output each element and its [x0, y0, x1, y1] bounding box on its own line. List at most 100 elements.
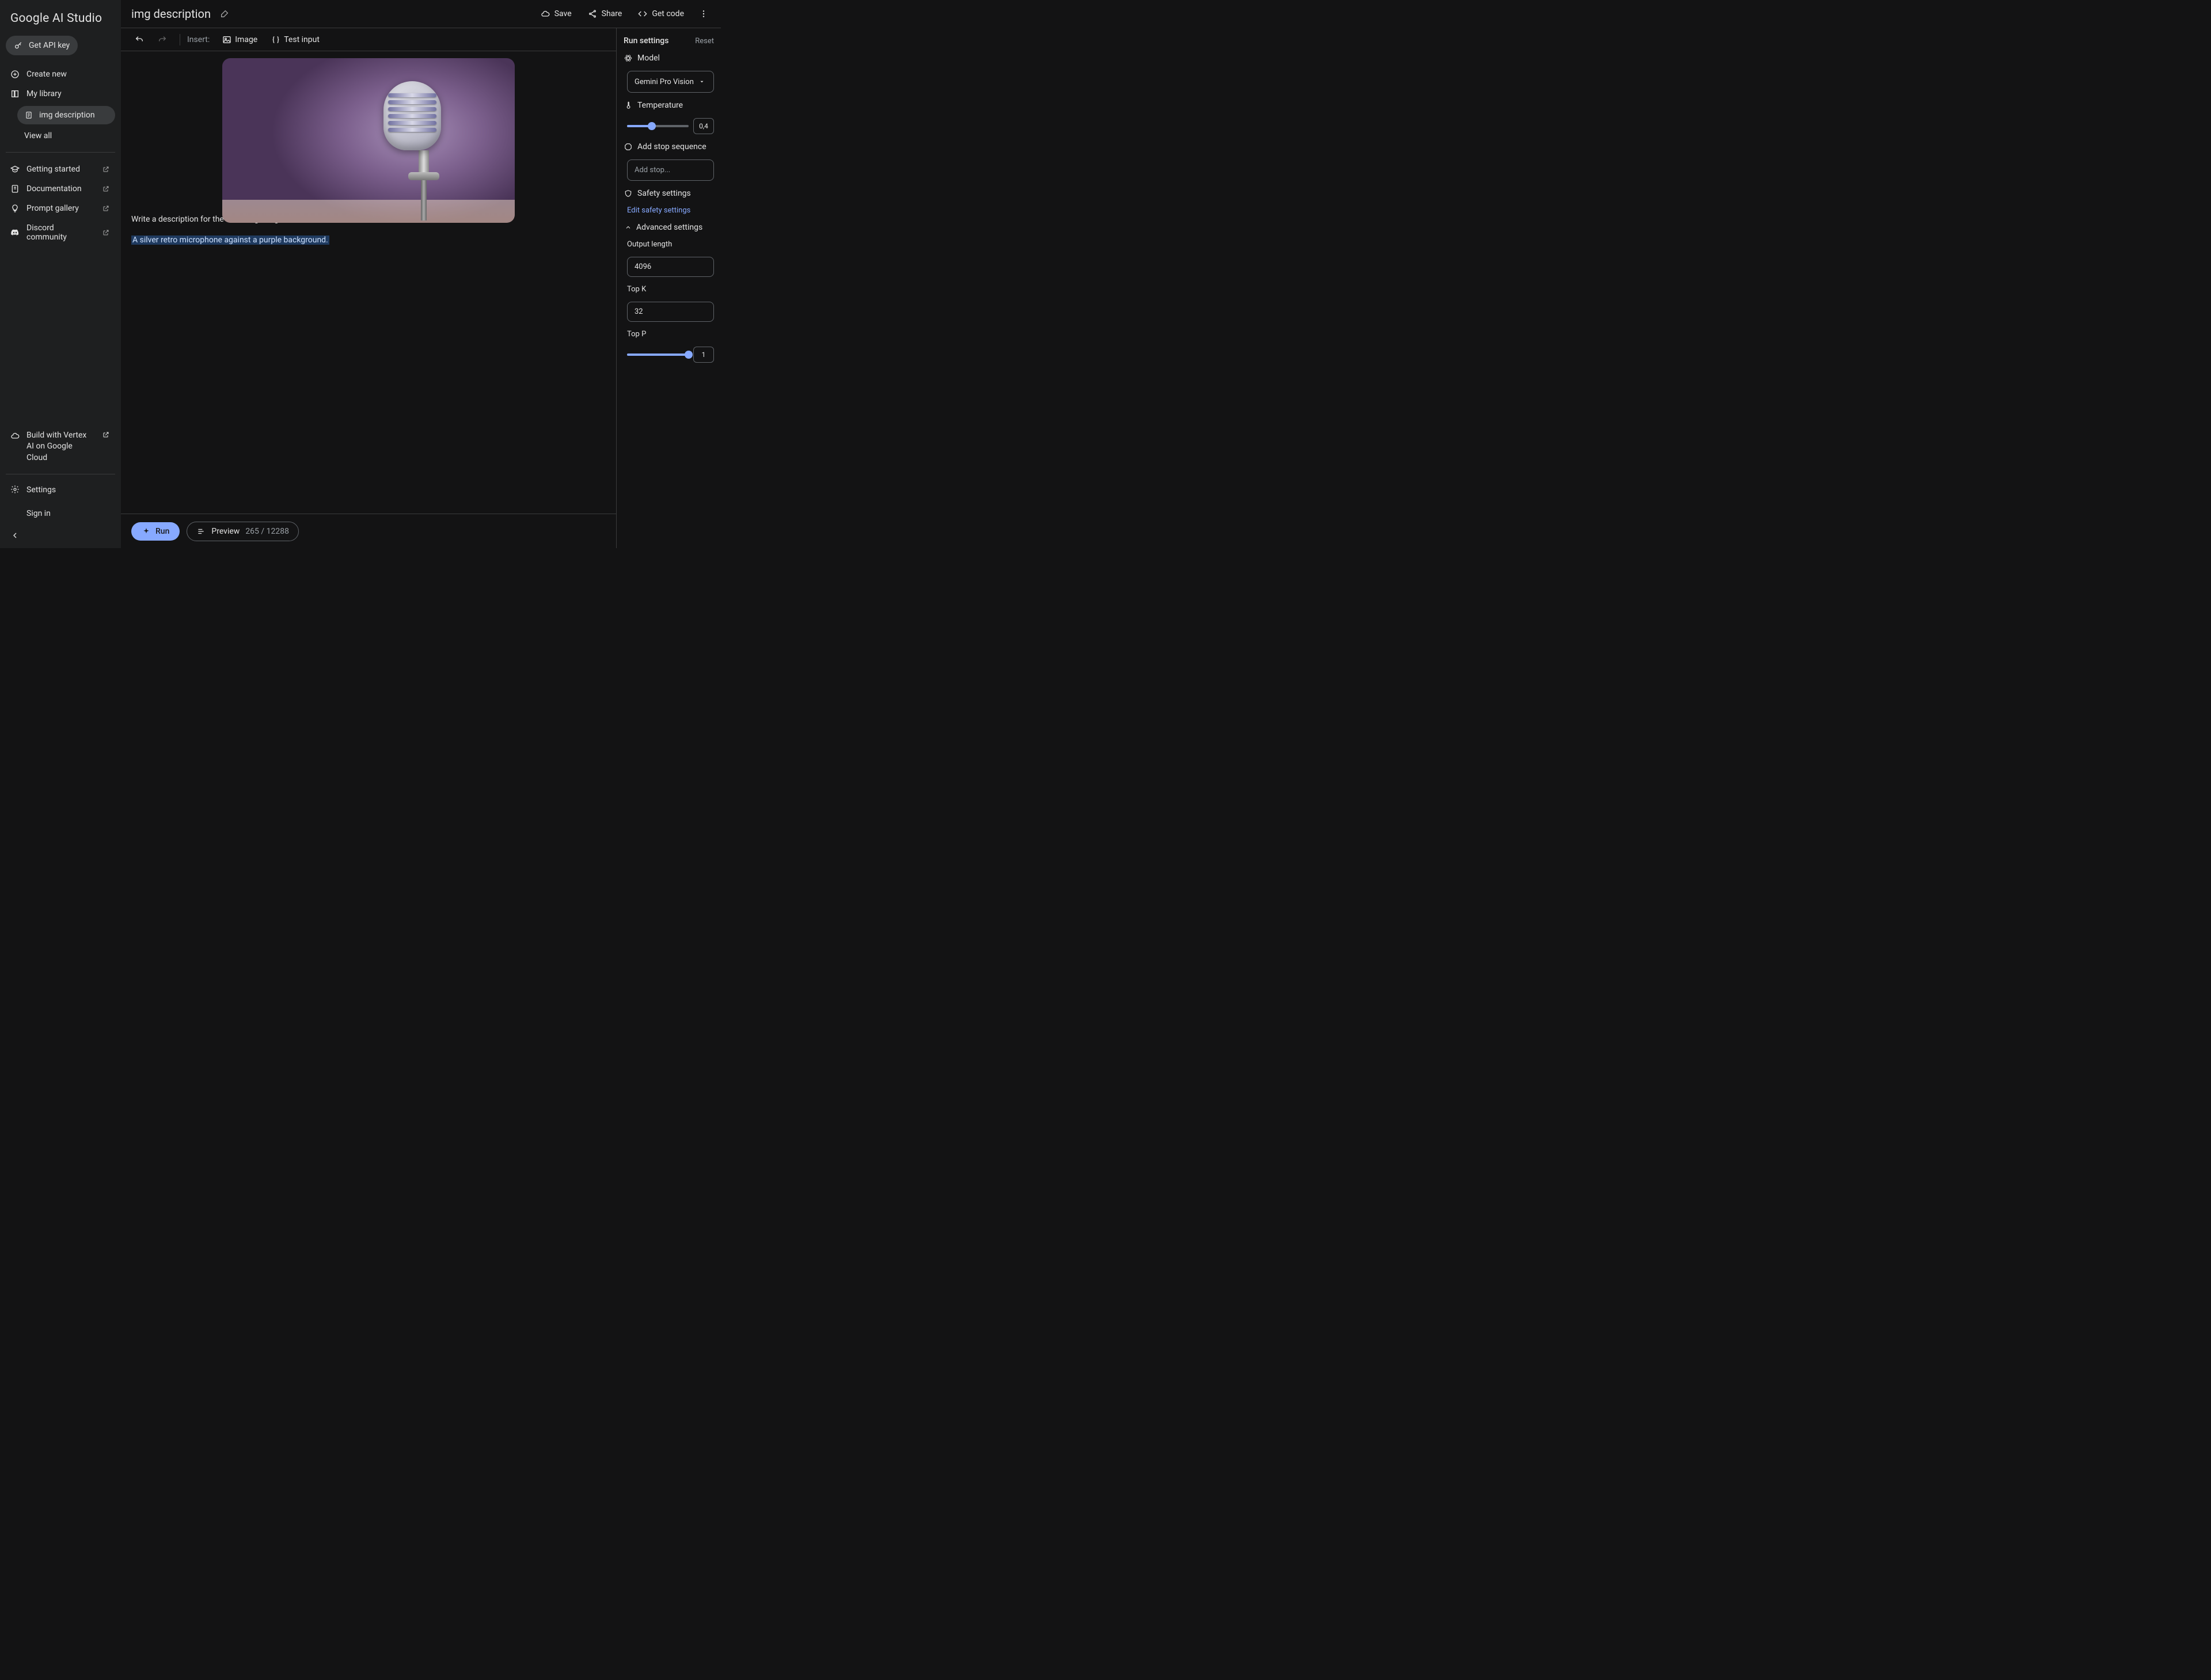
output-length-input[interactable]: 4096	[627, 257, 714, 277]
graduation-icon	[10, 165, 20, 174]
document-title: img description	[131, 7, 211, 21]
model-section-label: Model	[624, 54, 714, 63]
stop-icon	[624, 142, 633, 151]
topp-slider[interactable]	[627, 354, 689, 356]
shield-icon	[624, 189, 633, 198]
temperature-label: Temperature	[624, 101, 714, 110]
editor: Insert: Image Test input	[121, 28, 617, 548]
image-icon	[222, 35, 231, 44]
sign-in-link[interactable]: Sign in	[6, 502, 115, 525]
share-button[interactable]: Share	[582, 5, 628, 23]
stop-sequence-label: Add stop sequence	[624, 142, 714, 151]
chevron-up-icon	[624, 223, 633, 232]
model-value: Gemini Pro Vision	[635, 78, 694, 86]
library-item-img-description[interactable]: img description	[17, 106, 115, 124]
documentation-label: Documentation	[26, 184, 82, 193]
document-icon	[24, 111, 33, 120]
run-label: Run	[155, 527, 169, 536]
thermometer-icon	[624, 101, 633, 110]
more-menu-button[interactable]	[694, 5, 713, 23]
run-settings-panel: Run settings Reset Model Gemini Pro Visi…	[617, 28, 721, 548]
vertex-label: Build with Vertex AI on Google Cloud	[26, 430, 94, 464]
topk-label: Top K	[627, 285, 714, 294]
generated-text: A silver retro microphone against a purp…	[131, 235, 329, 245]
prompt-canvas[interactable]: Write a description for the following im…	[121, 51, 616, 514]
external-link-icon	[101, 184, 111, 193]
share-label: Share	[602, 9, 622, 18]
sparkle-icon	[142, 527, 151, 536]
model-select[interactable]: Gemini Pro Vision	[627, 71, 714, 93]
insert-image-button[interactable]: Image	[216, 32, 263, 48]
share-icon	[588, 9, 597, 18]
view-all-link[interactable]: View all	[24, 127, 115, 145]
edit-title-button[interactable]	[220, 9, 229, 18]
stop-sequence-input[interactable]: Add stop...	[627, 159, 714, 181]
undo-button[interactable]	[129, 32, 150, 48]
header: img description Save Share	[121, 0, 721, 28]
main: img description Save Share	[121, 0, 721, 548]
vertex-link[interactable]: Build with Vertex AI on Google Cloud	[6, 424, 115, 470]
cloud-icon	[10, 431, 20, 440]
key-icon	[14, 41, 23, 50]
external-link-icon	[101, 165, 111, 174]
doc-icon	[10, 184, 20, 193]
output-length-label: Output length	[627, 240, 714, 249]
prompt-gallery-label: Prompt gallery	[26, 204, 79, 213]
advanced-toggle[interactable]: Advanced settings	[624, 223, 714, 232]
external-link-icon	[101, 430, 111, 439]
collapse-sidebar-button[interactable]	[6, 525, 115, 548]
get-api-key-button[interactable]: Get API key	[6, 36, 78, 55]
insert-test-input-label: Test input	[284, 35, 320, 44]
temperature-value[interactable]: 0,4	[693, 118, 714, 134]
toolbar: Insert: Image Test input	[121, 28, 616, 51]
prompt-gallery-link[interactable]: Prompt gallery	[6, 199, 115, 218]
topp-value[interactable]: 1	[693, 347, 714, 363]
token-count: 265 / 12288	[245, 527, 289, 536]
safety-label: Safety settings	[624, 189, 714, 198]
get-code-label: Get code	[652, 9, 684, 18]
gear-icon	[10, 485, 20, 494]
run-button[interactable]: Run	[131, 522, 180, 541]
insert-image-label: Image	[235, 35, 257, 44]
external-link-icon	[101, 228, 111, 237]
code-icon	[638, 9, 647, 18]
my-library-button[interactable]: My library	[6, 84, 115, 104]
cloud-save-icon	[541, 9, 550, 18]
sidebar: Google AI Studio Get API key Create new …	[0, 0, 121, 548]
notes-icon	[196, 527, 206, 536]
save-button[interactable]: Save	[535, 5, 578, 23]
discord-label: Discord community	[26, 223, 94, 242]
external-link-icon	[101, 204, 111, 213]
getting-started-link[interactable]: Getting started	[6, 159, 115, 179]
plus-circle-icon	[10, 70, 20, 79]
footer: Run Preview 265 / 12288	[121, 514, 616, 548]
save-label: Save	[554, 9, 572, 18]
get-code-button[interactable]: Get code	[632, 5, 690, 23]
preview-chip[interactable]: Preview 265 / 12288	[187, 522, 299, 541]
redo-button[interactable]	[152, 32, 173, 48]
insert-label: Insert:	[187, 35, 210, 44]
dropdown-icon	[697, 77, 706, 86]
app-logo: Google AI Studio	[6, 0, 115, 36]
topp-label: Top P	[627, 330, 714, 339]
settings-link[interactable]: Settings	[6, 479, 115, 502]
topk-input[interactable]: 32	[627, 302, 714, 322]
sidebar-divider	[6, 152, 115, 153]
library-item-label: img description	[39, 111, 95, 120]
temperature-slider[interactable]	[627, 125, 689, 127]
get-api-key-label: Get API key	[29, 41, 70, 50]
documentation-link[interactable]: Documentation	[6, 179, 115, 199]
prompt-image[interactable]	[222, 58, 515, 223]
discord-link[interactable]: Discord community	[6, 218, 115, 247]
create-new-button[interactable]: Create new	[6, 64, 115, 84]
reset-button[interactable]: Reset	[695, 37, 714, 45]
settings-label: Settings	[26, 485, 56, 496]
braces-icon	[271, 35, 280, 44]
insert-test-input-button[interactable]: Test input	[265, 32, 325, 48]
preview-label: Preview	[211, 527, 240, 536]
edit-safety-link[interactable]: Edit safety settings	[627, 206, 714, 215]
discord-icon	[10, 228, 20, 237]
library-icon	[10, 89, 20, 98]
lightbulb-icon	[10, 204, 20, 213]
create-new-label: Create new	[26, 70, 67, 79]
